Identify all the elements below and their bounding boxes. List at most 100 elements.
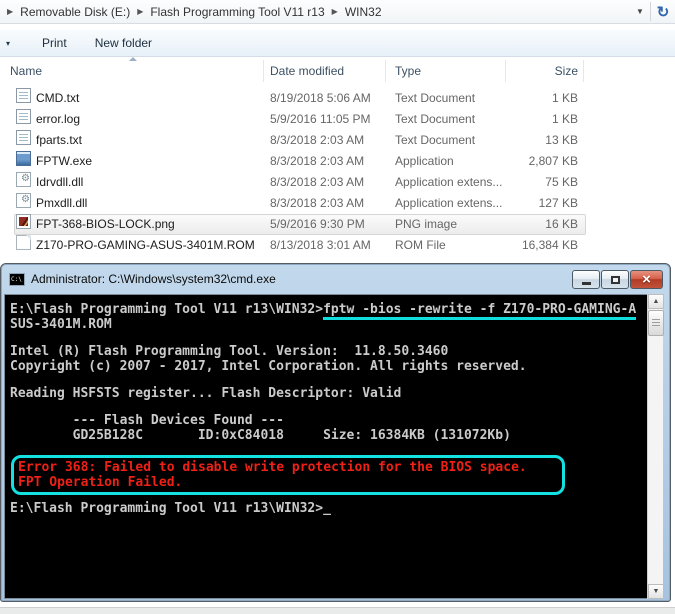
new-folder-button[interactable]: New folder [85,32,162,54]
file-size: 16,384 KB [521,238,578,252]
file-size: 75 KB [545,175,578,189]
file-type: Text Document [395,112,476,126]
text-file-icon [16,109,31,124]
file-row[interactable]: FPTW.exe 8/3/2018 2:03 AM Application 2,… [0,151,675,172]
console-scrollbar[interactable]: ▲ ▼ [647,294,664,599]
file-row[interactable]: Z170-PRO-GAMING-ASUS-3401M.ROM 8/13/2018… [0,235,675,256]
file-row[interactable]: Pmxdll.dll 8/3/2018 2:03 AM Application … [0,189,675,214]
breadcrumb-item-folder[interactable]: Flash Programming Tool V11 r13 [150,5,324,19]
rom-file-icon [16,235,31,250]
scroll-down-icon[interactable]: ▼ [648,584,664,599]
cmd-window-title: Administrator: C:\Windows\system32\cmd.e… [31,272,276,286]
sort-ascending-icon [129,57,137,61]
address-bar: ▶ Removable Disk (E:) ▶ Flash Programmin… [0,0,675,24]
close-button[interactable]: × [630,270,663,289]
file-type: ROM File [395,238,446,252]
desktop-strip [0,607,675,614]
file-row[interactable]: Idrvdll.dll 8/3/2018 2:03 AM Application… [0,168,675,193]
image-file-icon [16,214,31,229]
file-name: CMD.txt [36,91,80,105]
console-line: Copyright (c) 2007 - 2017, Intel Corpora… [10,359,527,374]
console-prompt: E:\Flash Programming Tool V11 r13\WIN32>… [10,501,331,516]
file-name: error.log [36,112,81,126]
application-file-icon [16,151,31,166]
column-header-date-modified[interactable]: Date modified [270,58,344,84]
screen: ▶ Removable Disk (E:) ▶ Flash Programmin… [0,0,675,614]
dll-file-icon [16,189,31,210]
file-name: Z170-PRO-GAMING-ASUS-3401M.ROM [36,238,255,252]
cmd-titlebar[interactable]: C:\ Administrator: C:\Windows\system32\c… [1,264,670,294]
close-icon: × [642,271,651,288]
file-date: 5/9/2016 11:05 PM [270,112,371,126]
file-name: Idrvdll.dll [36,175,84,189]
scrollbar-thumb[interactable] [648,310,664,336]
text-file-icon [16,88,31,103]
file-date: 8/3/2018 2:03 AM [270,196,365,210]
file-row-selected[interactable]: FPT-368-BIOS-LOCK.png 5/9/2016 9:30 PM P… [0,214,675,235]
column-divider[interactable] [385,60,386,82]
file-name: fparts.txt [36,133,83,147]
toolbar-overflow-chevron-icon[interactable]: ▾ [6,39,24,48]
cmd-icon: C:\ [9,272,25,286]
breadcrumb-arrow-icon: ▶ [7,7,14,16]
file-date: 8/3/2018 2:03 AM [270,175,365,189]
file-date: 8/3/2018 2:03 AM [270,154,365,168]
file-date: 8/13/2018 3:01 AM [270,238,371,252]
error-annotation-box: Error 368: Failed to disable write prote… [11,455,565,495]
file-size: 127 KB [538,196,578,210]
console-area[interactable]: E:\Flash Programming Tool V11 r13\WIN32>… [4,294,649,599]
column-header-name[interactable]: Name [10,58,42,84]
print-button[interactable]: Print [32,32,77,54]
maximize-icon [610,275,620,284]
file-type: PNG image [395,217,458,231]
command-toolbar: ▾ Print New folder [0,29,675,57]
maximize-button[interactable] [601,270,629,289]
breadcrumb-item-subfolder[interactable]: WIN32 [345,5,382,19]
cmd-window: C:\ Administrator: C:\Windows\system32\c… [0,263,671,602]
file-name: FPTW.exe [36,154,93,168]
minimize-button[interactable] [572,270,600,289]
file-size: 1 KB [551,91,578,105]
file-type: Text Document [395,91,476,105]
breadcrumb-arrow-icon: ▶ [137,7,144,16]
file-size: 13 KB [545,133,578,147]
column-divider[interactable] [505,60,506,82]
scroll-up-icon[interactable]: ▲ [648,294,664,309]
column-divider[interactable] [583,60,584,82]
column-header-row: Name Date modified Type Size [0,57,675,84]
file-row[interactable]: error.log 5/9/2016 11:05 PM Text Documen… [0,109,675,130]
dll-file-icon [16,168,31,189]
file-list: CMD.txt 8/19/2018 5:06 AM Text Document … [0,88,675,256]
file-type: Application extens... [395,175,503,189]
file-date: 8/3/2018 2:03 AM [270,133,365,147]
refresh-icon[interactable]: ↻ [653,2,673,22]
column-header-type[interactable]: Type [395,58,421,84]
breadcrumb-arrow-icon: ▶ [331,7,338,16]
file-name: Pmxdll.dll [36,196,88,210]
address-separator [650,2,651,21]
highlighted-command: fptw -bios -rewrite -f Z170-PRO-GAMING-A [323,302,637,320]
file-size: 16 KB [545,217,578,231]
file-size: 1 KB [551,112,578,126]
file-size: 2,807 KB [528,154,578,168]
console-line: --- Flash Devices Found --- [10,413,284,428]
file-row[interactable]: CMD.txt 8/19/2018 5:06 AM Text Document … [0,88,675,109]
file-type: Text Document [395,133,476,147]
column-header-size[interactable]: Size [505,58,578,84]
error-line: FPT Operation Failed. [18,475,183,490]
breadcrumb-item-drive[interactable]: Removable Disk (E:) [20,5,130,19]
address-dropdown-icon[interactable]: ▼ [632,7,648,16]
file-type: Application extens... [395,196,503,210]
column-divider[interactable] [263,60,264,82]
text-cursor: _ [323,501,331,516]
error-line: Error 368: Failed to disable write prote… [18,460,527,475]
file-type: Application [395,154,454,168]
minimize-icon [581,282,591,285]
file-name: FPT-368-BIOS-LOCK.png [36,217,175,231]
file-date: 5/9/2016 9:30 PM [270,217,365,231]
console-line: Reading HSFSTS register... Flash Descrip… [10,386,402,401]
file-row[interactable]: fparts.txt 8/3/2018 2:03 AM Text Documen… [0,130,675,151]
console-line: E:\Flash Programming Tool V11 r13\WIN32>… [10,302,648,320]
console-line: GD25B128C ID:0xC84018 Size: 16384KB (131… [10,428,511,443]
console-line: Intel (R) Flash Programming Tool. Versio… [10,344,449,359]
